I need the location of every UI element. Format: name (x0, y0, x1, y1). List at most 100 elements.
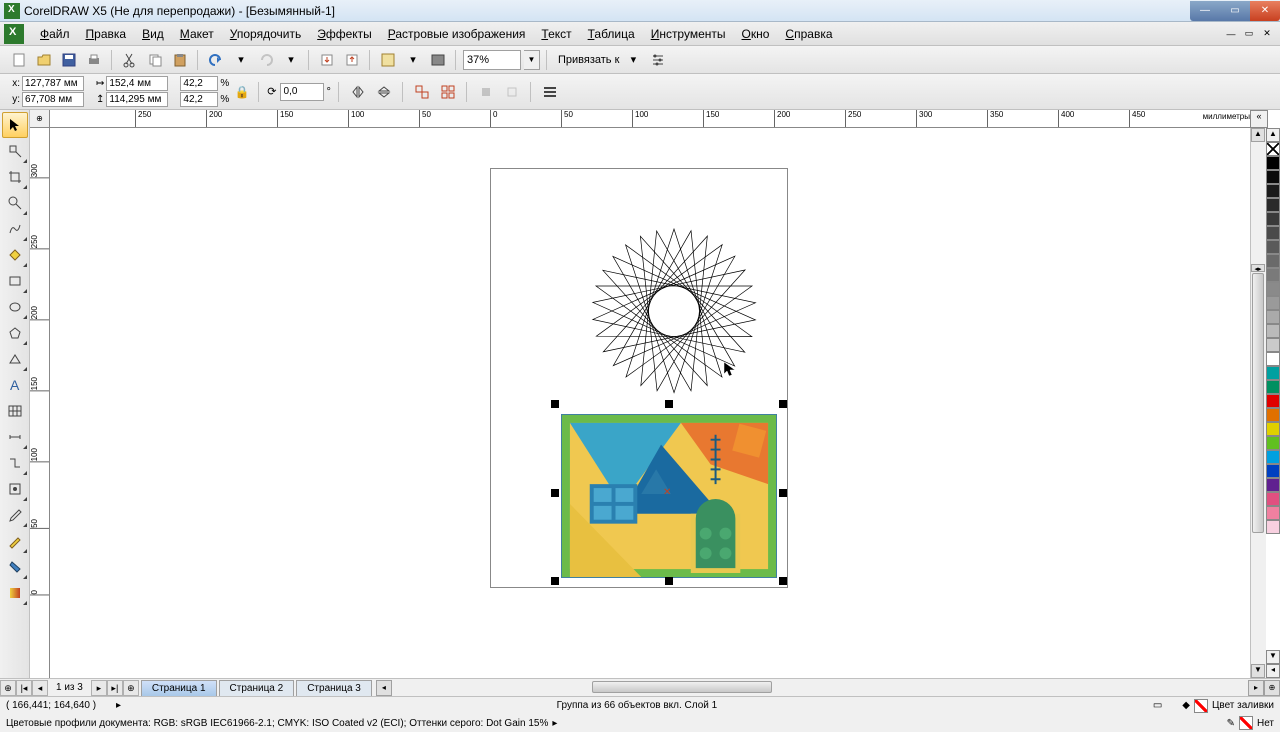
close-button[interactable]: ✕ (1250, 1, 1280, 21)
snap-dropdown[interactable]: ▾ (622, 49, 644, 71)
color-swatch[interactable] (1266, 268, 1280, 282)
color-swatch[interactable] (1266, 478, 1280, 492)
menu-tools[interactable]: Инструменты (643, 24, 734, 44)
ruler-origin[interactable]: ⊕ (30, 110, 50, 128)
ungroup-all-button[interactable] (437, 81, 459, 103)
to-back-button[interactable] (501, 81, 523, 103)
color-swatch[interactable] (1266, 240, 1280, 254)
color-swatch[interactable] (1266, 464, 1280, 478)
drawing-canvas[interactable]: ✕ (50, 128, 1250, 678)
menu-window[interactable]: Окно (734, 24, 778, 44)
color-swatch[interactable] (1266, 338, 1280, 352)
scroll-down-button[interactable]: ▼ (1251, 664, 1265, 678)
color-swatch[interactable] (1266, 366, 1280, 380)
selection-handle-bl[interactable] (551, 577, 559, 585)
print-button[interactable] (83, 49, 105, 71)
x-input[interactable] (22, 76, 84, 91)
palette-up-button[interactable]: ▲ (1266, 128, 1280, 142)
app-launcher-dropdown[interactable]: ▾ (402, 49, 424, 71)
redo-dropdown[interactable]: ▾ (280, 49, 302, 71)
minimize-button[interactable]: — (1190, 1, 1220, 21)
selection-handle-bc[interactable] (665, 577, 673, 585)
horizontal-ruler[interactable]: 2502001501005005010015020025030035040045… (50, 110, 1250, 128)
menu-help[interactable]: Справка (777, 24, 840, 44)
height-input[interactable] (106, 92, 168, 107)
interactive-fill-tool[interactable] (2, 580, 28, 606)
palette-flyout-button[interactable]: ◂ (1266, 664, 1280, 678)
scroll-right-button[interactable]: ▸ (1248, 680, 1264, 696)
color-swatch[interactable] (1266, 436, 1280, 450)
first-page-button[interactable]: |◂ (16, 680, 32, 696)
menu-file[interactable]: Файл (32, 24, 78, 44)
maximize-button[interactable]: ▭ (1220, 1, 1250, 21)
selection-center-icon[interactable]: ✕ (663, 487, 671, 498)
scale-x-input[interactable] (180, 76, 218, 91)
menu-app-icon[interactable] (4, 24, 24, 44)
prev-page-button[interactable]: ◂ (32, 680, 48, 696)
color-swatch[interactable] (1266, 422, 1280, 436)
color-swatch[interactable] (1266, 310, 1280, 324)
mirror-h-button[interactable] (347, 81, 369, 103)
menu-text[interactable]: Текст (533, 24, 579, 44)
freehand-tool[interactable] (2, 216, 28, 242)
color-swatch[interactable] (1266, 282, 1280, 296)
stroke-swatch[interactable] (1239, 716, 1253, 730)
polygon-tool[interactable] (2, 320, 28, 346)
eyedropper-tool[interactable] (2, 502, 28, 528)
copy-button[interactable] (144, 49, 166, 71)
selection-handle-tl[interactable] (551, 400, 559, 408)
palette-down-button[interactable]: ▼ (1266, 650, 1280, 664)
undo-dropdown[interactable]: ▾ (230, 49, 252, 71)
color-swatch[interactable] (1266, 226, 1280, 240)
doc-minimize-button[interactable]: — (1222, 26, 1240, 42)
color-swatch[interactable] (1266, 450, 1280, 464)
scroll-mid-button[interactable]: ◂▸ (1251, 264, 1265, 272)
star-shape[interactable] (579, 224, 769, 399)
color-swatch[interactable] (1266, 520, 1280, 534)
welcome-button[interactable] (427, 49, 449, 71)
vertical-ruler[interactable]: 300250200150100500 (30, 128, 50, 678)
doc-restore-button[interactable]: ▭ (1240, 26, 1258, 42)
color-swatch[interactable] (1266, 324, 1280, 338)
next-page-button[interactable]: ▸ (91, 680, 107, 696)
add-page-after-button[interactable]: ⊕ (123, 680, 139, 696)
scale-y-input[interactable] (180, 92, 218, 107)
color-swatch[interactable] (1266, 380, 1280, 394)
zoom-tool[interactable] (2, 190, 28, 216)
ruler-collapse-button[interactable]: « (1250, 110, 1268, 128)
import-button[interactable] (316, 49, 338, 71)
color-swatch[interactable] (1266, 184, 1280, 198)
color-swatch[interactable] (1266, 198, 1280, 212)
text-tool[interactable]: A (2, 372, 28, 398)
horizontal-scrollbar[interactable]: ◂ ▸ ⊕ (376, 680, 1280, 696)
app-launcher-button[interactable] (377, 49, 399, 71)
vertical-scrollbar[interactable]: ▲ ◂▸ ▼ (1250, 128, 1266, 678)
scroll-left-button[interactable]: ◂ (376, 680, 392, 696)
scroll-up-button[interactable]: ▲ (1251, 128, 1265, 142)
dimension-tool[interactable] (2, 424, 28, 450)
color-swatch[interactable] (1266, 212, 1280, 226)
add-page-button[interactable]: ⊕ (0, 680, 16, 696)
color-swatch[interactable] (1266, 352, 1280, 366)
menu-bitmaps[interactable]: Растровые изображения (380, 24, 534, 44)
doc-close-button[interactable]: ✕ (1258, 26, 1276, 42)
to-front-button[interactable] (475, 81, 497, 103)
zoom-fit-button[interactable]: ⊕ (1264, 680, 1280, 696)
pick-tool[interactable] (2, 112, 28, 138)
color-swatch[interactable] (1266, 492, 1280, 506)
undo-button[interactable] (205, 49, 227, 71)
selection-handle-mr[interactable] (779, 489, 787, 497)
zoom-dropdown[interactable]: ▼ (524, 50, 540, 70)
menu-edit[interactable]: Правка (78, 24, 135, 44)
lock-ratio-button[interactable]: 🔒 (233, 78, 251, 106)
save-button[interactable] (58, 49, 80, 71)
scroll-thumb[interactable] (1252, 273, 1264, 533)
crop-tool[interactable] (2, 164, 28, 190)
rectangle-tool[interactable] (2, 268, 28, 294)
color-swatch[interactable] (1266, 394, 1280, 408)
options-button[interactable] (647, 49, 669, 71)
selection-handle-tr[interactable] (779, 400, 787, 408)
color-swatch[interactable] (1266, 156, 1280, 170)
color-swatch[interactable] (1266, 170, 1280, 184)
page-tab-3[interactable]: Страница 3 (296, 680, 372, 696)
